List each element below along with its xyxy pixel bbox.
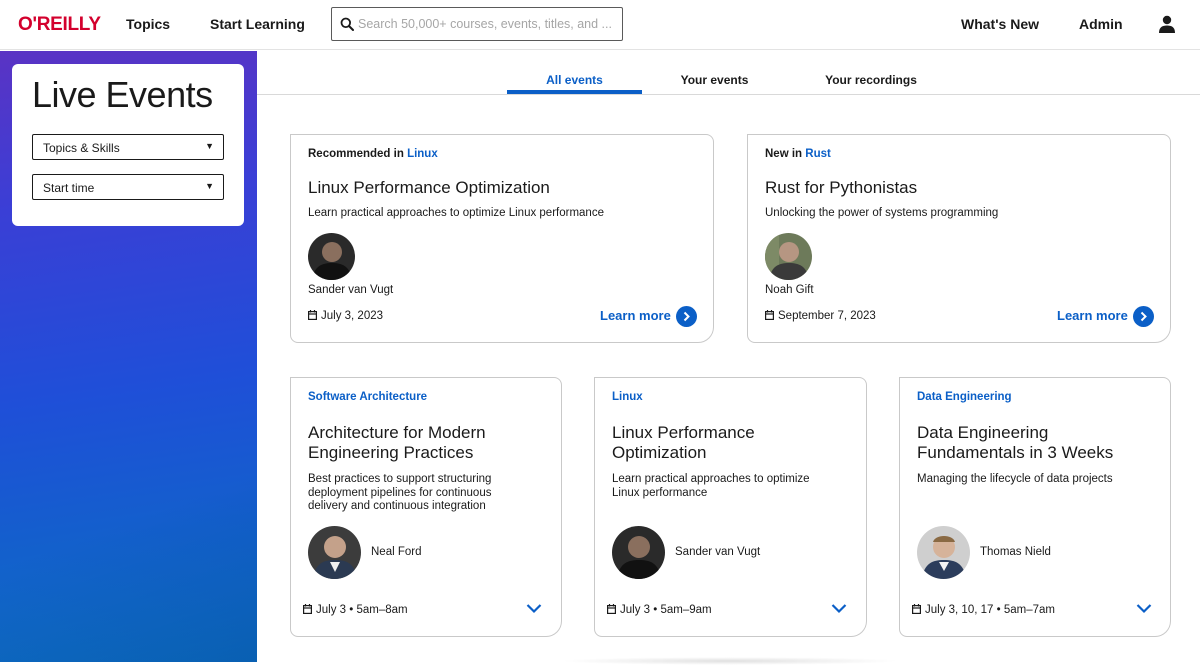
nav-topics[interactable]: Topics <box>126 16 170 32</box>
event-date: July 3, 10, 17 • 5am–7am <box>912 604 1055 616</box>
instructor-name[interactable]: Noah Gift <box>765 284 814 296</box>
tab-your-recordings[interactable]: Your recordings <box>807 73 935 87</box>
chevron-down-icon[interactable] <box>1136 603 1152 614</box>
calendar-icon <box>607 604 616 614</box>
event-card[interactable]: Software Architecture Architecture for M… <box>290 377 562 637</box>
dropdown-label: Start time <box>43 181 95 195</box>
instructor-avatar <box>765 233 812 280</box>
topic-link[interactable]: Linux <box>612 391 643 403</box>
user-icon[interactable] <box>1158 14 1176 34</box>
learn-more-link[interactable]: Learn more <box>1057 308 1128 323</box>
chevron-down-icon[interactable] <box>831 603 847 614</box>
calendar-icon <box>765 310 774 320</box>
caret-down-icon: ▼ <box>205 181 214 191</box>
event-date: July 3, 2023 <box>308 310 383 322</box>
instructor-avatar <box>308 526 361 579</box>
event-description: Unlocking the power of systems programmi… <box>765 207 999 219</box>
chevron-right-icon <box>683 311 690 322</box>
search-icon <box>340 17 354 31</box>
nav-whats-new[interactable]: What's New <box>961 16 1039 32</box>
description-line: Learn practical approaches to optimize <box>612 473 810 485</box>
chevron-right-icon <box>1140 311 1147 322</box>
arrow-right-button[interactable] <box>1133 306 1154 327</box>
event-date: July 3 • 5am–9am <box>607 604 712 616</box>
event-description: Best practices to support structuring de… <box>308 473 491 514</box>
tab-your-events[interactable]: Your events <box>657 73 772 87</box>
date-text: July 3, 2023 <box>321 310 384 322</box>
topic-label: Software Architecture <box>308 391 428 403</box>
description-line: delivery and continuous integration <box>308 500 486 512</box>
event-date: September 7, 2023 <box>765 310 876 322</box>
description-line: Managing the lifecycle of data projects <box>917 473 1113 485</box>
learn-more-link[interactable]: Learn more <box>600 308 671 323</box>
topic-link[interactable]: Software Architecture <box>308 391 427 403</box>
event-date: July 3 • 5am–8am <box>303 604 408 616</box>
instructor-avatar <box>917 526 970 579</box>
context-prefix: New in <box>765 148 806 160</box>
event-title[interactable]: Rust for Pythonistas <box>765 178 917 198</box>
oreilly-logo[interactable]: O'REILLY <box>18 14 101 36</box>
instructor-name[interactable]: Neal Ford <box>371 546 422 558</box>
card-context: Recommended in Linux <box>308 148 438 160</box>
caret-down-icon: ▼ <box>205 141 214 151</box>
title-line: Engineering Practices <box>308 443 474 462</box>
sidebar: Live Events Topics & Skills ▼ Start time… <box>0 51 257 662</box>
event-title[interactable]: Linux Performance Optimization <box>308 178 550 198</box>
instructor-avatar <box>308 233 355 280</box>
calendar-icon <box>303 604 312 614</box>
title-line: Architecture for Modern <box>308 423 486 442</box>
filter-panel: Live Events Topics & Skills ▼ Start time… <box>12 64 244 226</box>
topic-label: Linux <box>612 391 643 403</box>
date-text: September 7, 2023 <box>778 310 876 322</box>
event-title[interactable]: Data Engineering Fundamentals in 3 Weeks <box>917 423 1113 463</box>
context-prefix: Recommended in <box>308 148 408 160</box>
calendar-icon <box>308 310 317 320</box>
dropdown-label: Topics & Skills <box>43 141 120 155</box>
featured-event-card[interactable]: New in Rust Rust for Pythonistas Unlocki… <box>747 134 1171 343</box>
event-description: Learn practical approaches to optimize L… <box>612 473 810 500</box>
instructor-avatar <box>612 526 665 579</box>
topic-link[interactable]: Linux <box>407 148 438 160</box>
title-line: Data Engineering <box>917 423 1049 442</box>
start-time-dropdown[interactable]: Start time ▼ <box>32 174 224 200</box>
title-line: Linux Performance <box>612 423 755 442</box>
topic-label: Data Engineering <box>917 391 1012 403</box>
event-card[interactable]: Linux Linux Performance Optimization Lea… <box>594 377 867 637</box>
nav-admin[interactable]: Admin <box>1079 16 1123 32</box>
instructor-name[interactable]: Sander van Vugt <box>675 546 760 558</box>
page-title: Live Events <box>32 74 213 115</box>
event-title[interactable]: Linux Performance Optimization <box>612 423 755 463</box>
title-line: Fundamentals in 3 Weeks <box>917 443 1114 462</box>
top-navigation: O'REILLY Topics Start Learning What's Ne… <box>0 0 1200 50</box>
tab-all-events[interactable]: All events <box>507 73 642 87</box>
card-context: New in Rust <box>765 148 831 160</box>
topic-link[interactable]: Data Engineering <box>917 391 1012 403</box>
event-title[interactable]: Architecture for Modern Engineering Prac… <box>308 423 486 463</box>
description-line: Best practices to support structuring <box>308 473 492 485</box>
event-card[interactable]: Data Engineering Data Engineering Fundam… <box>899 377 1171 637</box>
title-line: Optimization <box>612 443 707 462</box>
topics-skills-dropdown[interactable]: Topics & Skills ▼ <box>32 134 224 160</box>
topic-link[interactable]: Rust <box>805 148 831 160</box>
event-description: Learn practical approaches to optimize L… <box>308 207 604 219</box>
chevron-down-icon[interactable] <box>526 603 542 614</box>
scroll-shadow <box>560 657 900 665</box>
featured-event-card[interactable]: Recommended in Linux Linux Performance O… <box>290 134 714 343</box>
date-text: July 3 • 5am–8am <box>316 604 408 616</box>
instructor-name[interactable]: Sander van Vugt <box>308 284 393 296</box>
active-tab-indicator <box>507 90 642 94</box>
arrow-right-button[interactable] <box>676 306 697 327</box>
search-input[interactable] <box>358 8 620 40</box>
instructor-name[interactable]: Thomas Nield <box>980 546 1051 558</box>
search-box <box>331 7 623 41</box>
event-description: Managing the lifecycle of data projects <box>917 473 1113 487</box>
calendar-icon <box>912 604 921 614</box>
date-text: July 3, 10, 17 • 5am–7am <box>925 604 1055 616</box>
event-tabs: All events Your events Your recordings <box>257 51 1200 95</box>
nav-start-learning[interactable]: Start Learning <box>210 16 305 32</box>
description-line: Linux performance <box>612 486 708 499</box>
description-line: deployment pipelines for continuous <box>308 486 492 499</box>
date-text: July 3 • 5am–9am <box>620 604 712 616</box>
